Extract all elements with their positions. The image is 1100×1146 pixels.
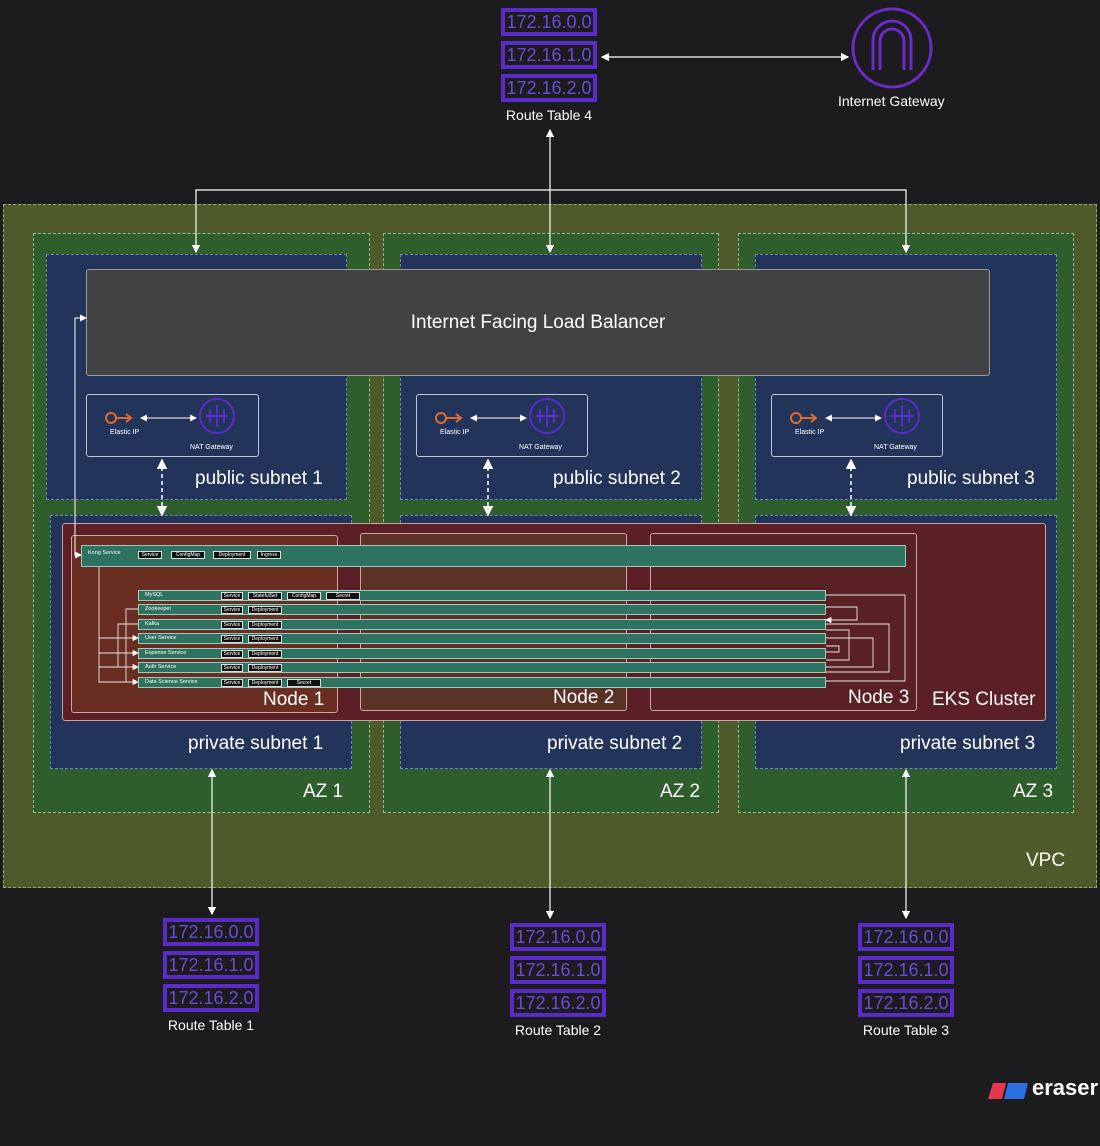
internet-gateway-icon xyxy=(851,7,933,89)
kong-service-links xyxy=(98,567,139,686)
eraser-logo-icon xyxy=(988,1083,1028,1099)
elastic-ip-icon xyxy=(105,412,818,424)
service-cross-links xyxy=(825,594,906,682)
rt4-branch xyxy=(195,189,907,252)
lb-kong-link xyxy=(74,314,87,559)
eraser-brand[interactable]: eraser xyxy=(1032,1075,1098,1101)
service-left-links xyxy=(117,608,138,683)
nat-gateway-icon xyxy=(199,398,920,434)
connectors xyxy=(74,7,1028,1099)
